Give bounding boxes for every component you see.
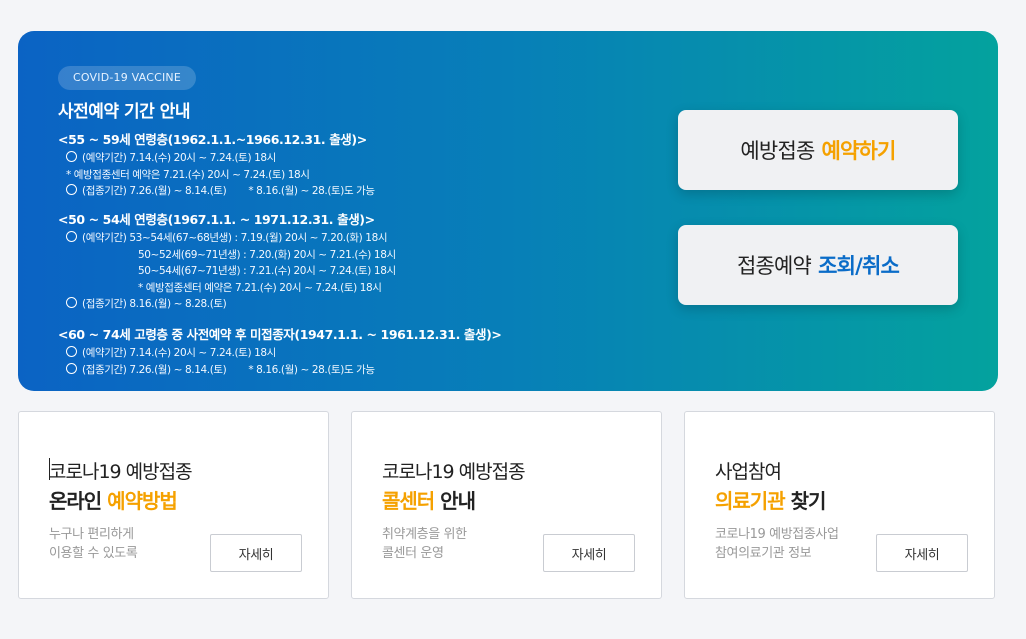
card-description: 누구나 편리하게 이용할 수 있도록 (49, 527, 138, 561)
circle-bullet-icon (66, 346, 77, 357)
schedule-group-50-54: <50 ~ 54세 연령층(1967.1.1. ~ 1971.12.31. 출생… (58, 210, 648, 313)
circle-bullet-icon (66, 184, 77, 196)
reserve-vaccination-button[interactable]: 예방접종 예약하기 (678, 110, 958, 190)
circle-bullet-icon (66, 231, 77, 242)
schedule-line: (접종기간) 7.26.(월) ~ 8.14.(토) * 8.16.(월) ~ 2… (58, 362, 648, 379)
schedule-group-60-74: <60 ~ 74세 고령층 중 사전예약 후 미접종자(1947.1.1. ~ … (58, 325, 648, 378)
schedule-line: * 예방접종센터 예약은 7.21.(수) 20시 ~ 7.24.(토) 18시 (66, 168, 310, 181)
card-title: 온라인 예약방법 (49, 489, 178, 513)
group-title: <60 ~ 74세 고령층 중 사전예약 후 미접종자(1947.1.1. ~ … (58, 327, 502, 342)
details-button[interactable]: 자세히 (876, 534, 968, 572)
schedule-line: 50~52세(69~71년생) : 7.20.(화) 20시 ~ 7.21.(수… (138, 248, 396, 261)
card-subtitle: 사업참여 (715, 461, 782, 483)
medical-institution-card: 사업참여 의료기관 찾기 코로나19 예방접종사업 참여의료기관 정보 자세히 (684, 411, 995, 599)
online-reservation-card: 코로나19 예방접종 온라인 예약방법 누구나 편리하게 이용할 수 있도록 자세… (18, 411, 329, 599)
details-button[interactable]: 자세히 (210, 534, 302, 572)
group-title: <50 ~ 54세 연령층(1967.1.1. ~ 1971.12.31. 출생… (58, 212, 375, 227)
schedule-line: (예약기간) 7.14.(수) 20시 ~ 7.24.(토) 18시 (58, 150, 648, 167)
schedule-line: (접종기간) 8.16.(월) ~ 8.28.(토) (58, 296, 648, 313)
circle-bullet-icon (66, 297, 77, 309)
covid-vaccine-badge: COVID-19 VACCINE (58, 66, 196, 90)
card-title: 콜센터 안내 (382, 489, 476, 513)
banner-title: 사전예약 기간 안내 (58, 102, 190, 122)
call-center-card: 코로나19 예방접종 콜센터 안내 취약계층을 위한 콜센터 운영 자세히 (351, 411, 662, 599)
circle-bullet-icon (66, 151, 77, 162)
schedule-line: (접종기간) 7.26.(월) ~ 8.14.(토) * 8.16.(월) ~ 2… (58, 183, 648, 200)
card-description: 취약계층을 위한 콜센터 운영 (382, 527, 467, 561)
card-description: 코로나19 예방접종사업 참여의료기관 정보 (715, 527, 839, 561)
card-subtitle: 코로나19 예방접종 (382, 461, 526, 483)
schedule-line: 50~54세(67~71년생) : 7.21.(수) 20시 ~ 7.24.(토… (138, 265, 396, 278)
card-title: 의료기관 찾기 (715, 489, 826, 513)
schedule-line: * 예방접종센터 예약은 7.21.(수) 20시 ~ 7.24.(토) 18시 (138, 281, 382, 294)
vaccine-reservation-banner: COVID-19 VACCINE 사전예약 기간 안내 <55 ~ 59세 연령… (18, 31, 998, 391)
schedule-line: (예약기간) 7.14.(수) 20시 ~ 7.24.(토) 18시 (58, 345, 648, 362)
lookup-cancel-reservation-button[interactable]: 접종예약 조회/취소 (678, 225, 958, 305)
card-subtitle: 코로나19 예방접종 (49, 461, 193, 483)
group-title: <55 ~ 59세 연령층(1962.1.1.~1966.12.31. 출생)> (58, 132, 367, 147)
details-button[interactable]: 자세히 (543, 534, 635, 572)
schedule-line: (예약기간) 53~54세(67~68년생) : 7.19.(월) 20시 ~ … (58, 230, 648, 247)
circle-bullet-icon (66, 362, 77, 374)
schedule-group-55-59: <55 ~ 59세 연령층(1962.1.1.~1966.12.31. 출생)>… (58, 130, 648, 200)
